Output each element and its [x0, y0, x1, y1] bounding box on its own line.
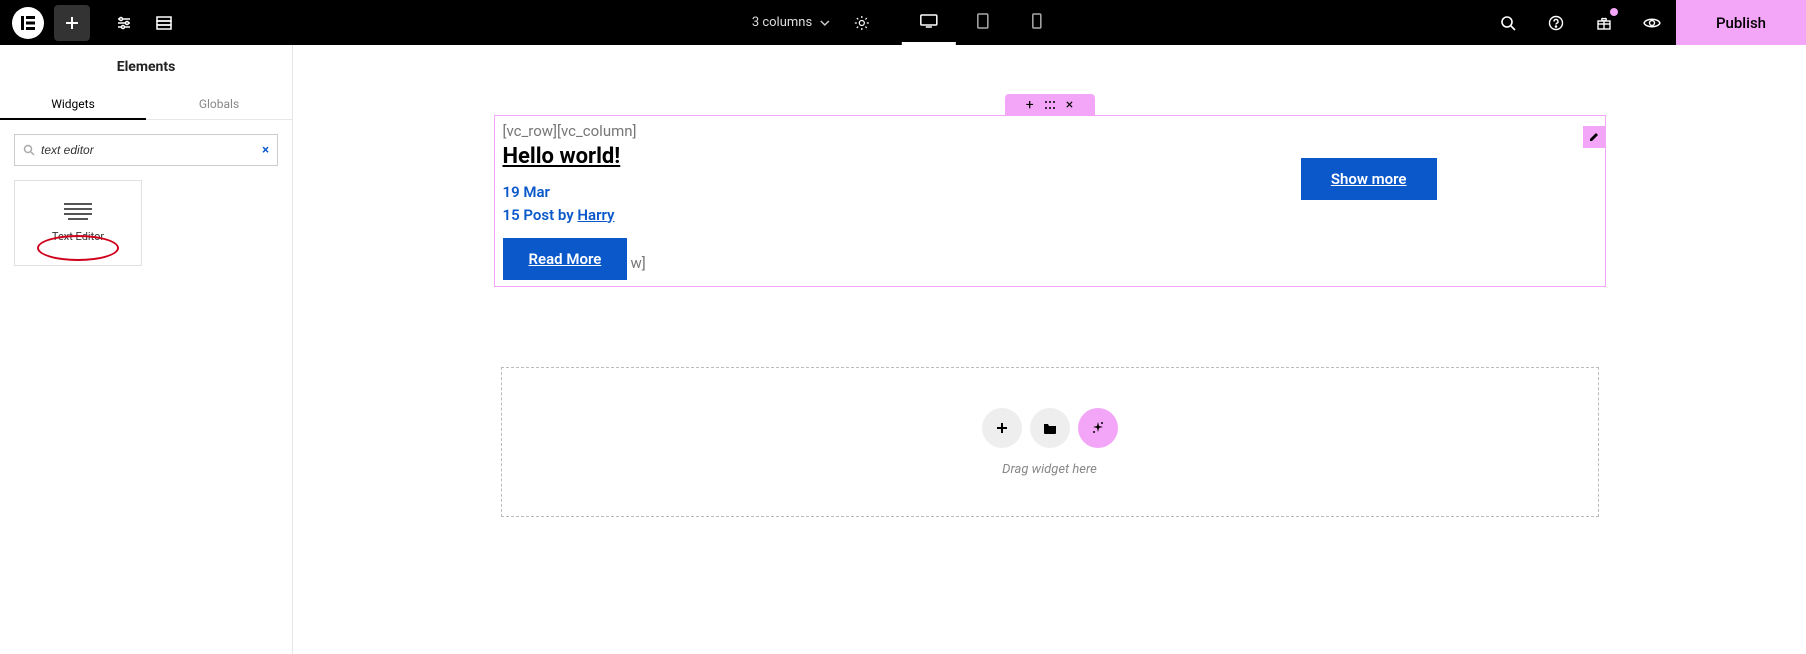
drop-hint-text: Drag widget here: [1002, 462, 1097, 477]
widget-edit-handle[interactable]: [1583, 126, 1605, 148]
shortcode-trailing: w]: [631, 254, 646, 272]
device-mobile-tab[interactable]: [1010, 0, 1064, 45]
device-tablet-tab[interactable]: [956, 0, 1010, 45]
show-more-button[interactable]: Show more: [1301, 158, 1437, 200]
finder-search-button[interactable]: [1484, 0, 1532, 45]
section-container[interactable]: + × [vc_row][vc_column] Hello world! 19 …: [494, 115, 1606, 287]
panel-title: Elements: [0, 45, 292, 89]
section-add-icon[interactable]: +: [1026, 97, 1034, 113]
structure-label: 3 columns: [752, 15, 812, 30]
notification-dot: [1610, 8, 1618, 16]
post-author-link[interactable]: Harry: [577, 206, 614, 224]
pencil-icon: [1588, 131, 1600, 143]
publish-button[interactable]: Publish: [1676, 0, 1806, 45]
search-icon: [1500, 15, 1516, 31]
post-date: 19 Mar: [503, 181, 967, 204]
ai-button[interactable]: [1078, 408, 1118, 448]
elements-panel: Elements Widgets Globals × Text Editor: [0, 45, 293, 654]
structure-panel-button[interactable]: [146, 5, 182, 41]
whats-new-button[interactable]: [1580, 0, 1628, 45]
chevron-down-icon: [820, 18, 830, 28]
eye-icon: [1643, 15, 1661, 31]
gift-icon: [1596, 15, 1612, 31]
editor-canvas: + × [vc_row][vc_column] Hello world! 19 …: [293, 45, 1806, 654]
add-template-button[interactable]: [1030, 408, 1070, 448]
section-drag-icon[interactable]: [1044, 100, 1056, 110]
annotation-highlight: [37, 235, 119, 261]
folder-icon: [1043, 422, 1057, 434]
preview-button[interactable]: [1628, 0, 1676, 45]
sparkle-icon: [1091, 421, 1105, 435]
tab-globals[interactable]: Globals: [146, 89, 292, 119]
widget-search-input[interactable]: [41, 143, 262, 157]
site-settings-button[interactable]: [106, 5, 142, 41]
add-section-button[interactable]: [982, 408, 1022, 448]
empty-section-dropzone[interactable]: Drag widget here: [501, 367, 1599, 517]
device-desktop-tab[interactable]: [902, 0, 956, 45]
desktop-icon: [919, 13, 939, 29]
read-more-button[interactable]: Read More: [503, 238, 628, 280]
post-title-link[interactable]: Hello world!: [503, 144, 621, 169]
post-byline: 15 Post by Harry: [503, 204, 967, 227]
publish-label: Publish: [1716, 14, 1766, 32]
structure-dropdown[interactable]: 3 columns: [742, 0, 840, 45]
search-icon: [23, 144, 35, 156]
section-delete-icon[interactable]: ×: [1066, 97, 1073, 113]
widget-text-editor[interactable]: Text Editor: [14, 180, 142, 266]
shortcode-text: [vc_row][vc_column]: [503, 122, 967, 140]
mobile-icon: [1031, 12, 1043, 30]
plus-icon: [995, 421, 1009, 435]
clear-search-icon[interactable]: ×: [262, 143, 269, 158]
text-editor-icon: [64, 203, 92, 220]
help-button[interactable]: [1532, 0, 1580, 45]
section-toolbar: + ×: [1005, 94, 1095, 116]
widget-search-box[interactable]: ×: [14, 134, 278, 166]
tab-widgets[interactable]: Widgets: [0, 89, 146, 119]
tablet-icon: [976, 12, 990, 30]
page-settings-button[interactable]: [844, 5, 880, 41]
elementor-logo[interactable]: [12, 7, 44, 39]
add-element-button[interactable]: [54, 5, 90, 41]
help-icon: [1548, 15, 1564, 31]
